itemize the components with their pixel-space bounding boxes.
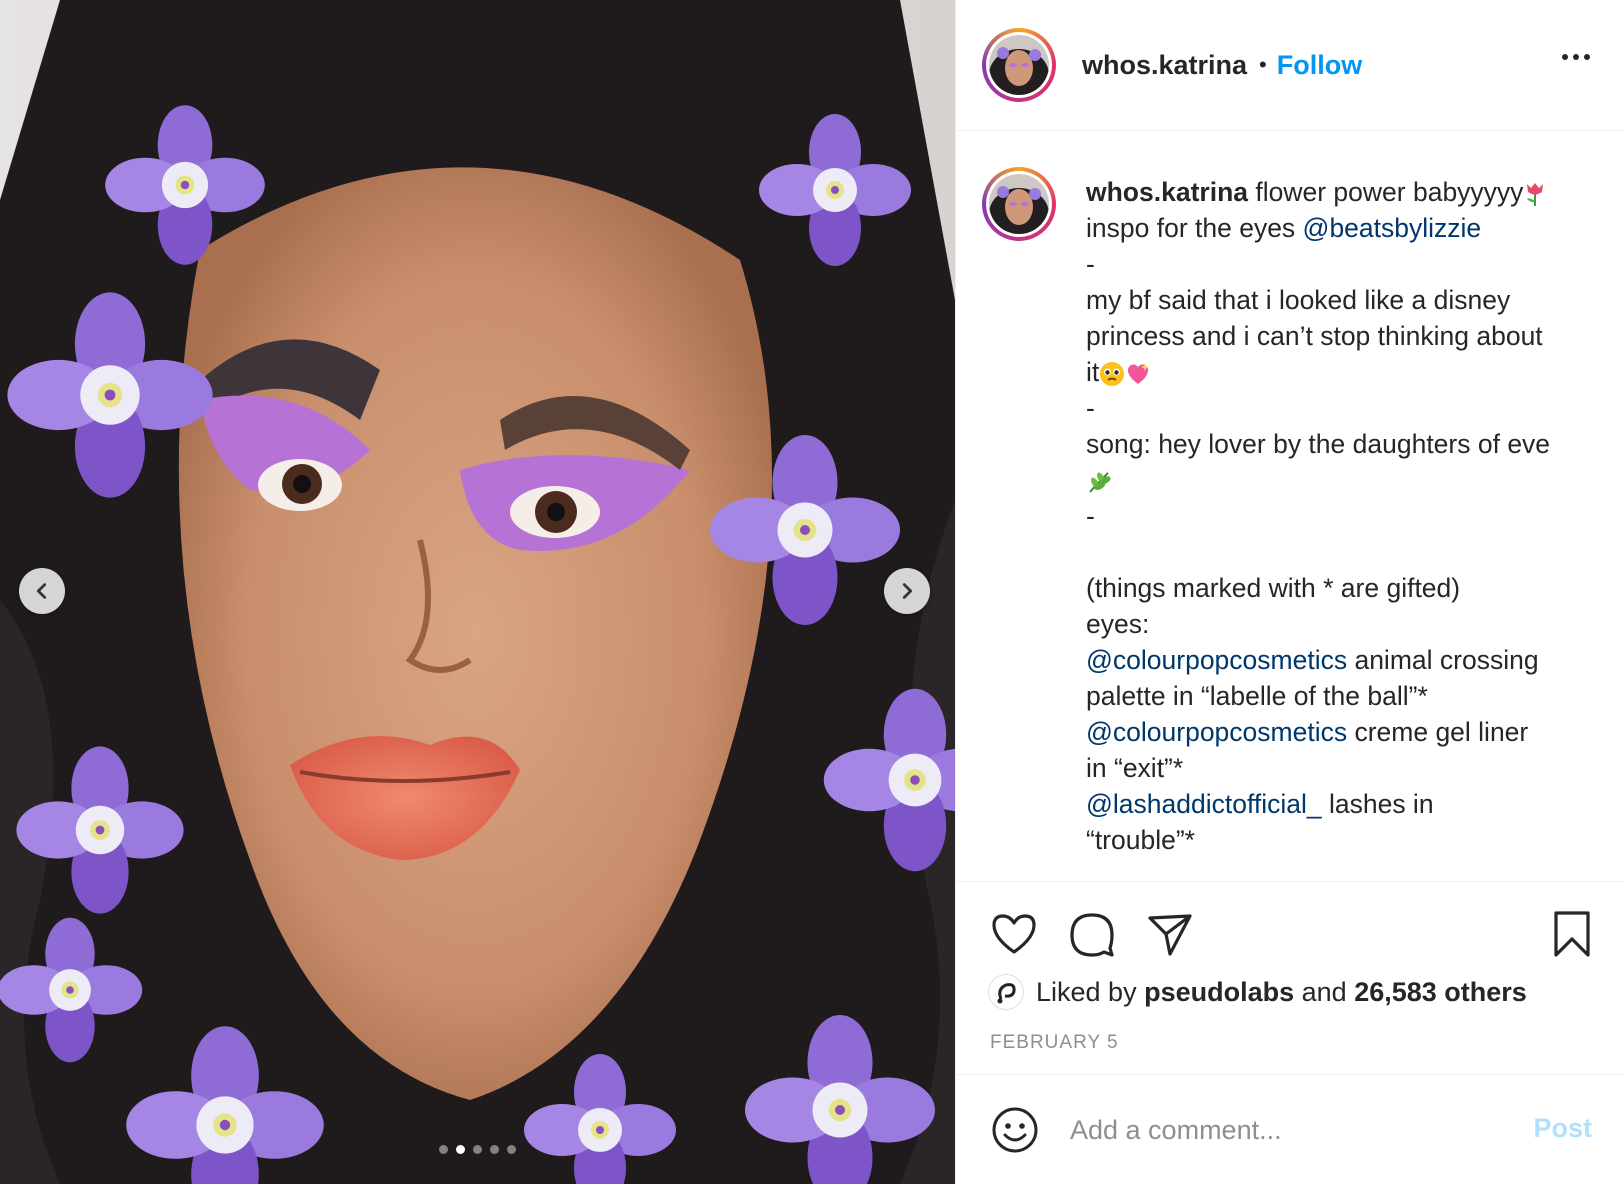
comment-icon[interactable]: [1066, 908, 1118, 960]
carousel-dot: [473, 1145, 482, 1154]
avatar[interactable]: [982, 167, 1056, 241]
likes-count[interactable]: 26,583 others: [1354, 977, 1527, 1008]
caption-username[interactable]: whos.katrina: [1086, 177, 1248, 207]
post-image-carousel[interactable]: [0, 0, 955, 1184]
carousel-dot-active: [456, 1145, 465, 1154]
mention-link[interactable]: @lashaddictofficial_: [1086, 789, 1322, 819]
caption-line: inspo for the eyes: [1086, 213, 1303, 243]
avatar-image: [989, 35, 1049, 95]
heart-icon[interactable]: [988, 908, 1040, 960]
comment-composer: Post: [956, 1074, 1624, 1185]
caption-line: (things marked with * are gifted): [1086, 573, 1461, 603]
sparkling-heart-emoji-icon: [1128, 363, 1150, 384]
carousel-dot: [490, 1145, 499, 1154]
caption-line: in “exit”*: [1086, 753, 1184, 783]
caption-line: song: hey lover by the daughters of eve: [1086, 429, 1551, 459]
follow-button[interactable]: Follow: [1277, 50, 1362, 81]
more-horizontal-icon[interactable]: [1562, 54, 1590, 60]
liker-username[interactable]: pseudolabs: [1144, 977, 1294, 1008]
caption-line: palette in “labelle of the ball”*: [1086, 681, 1428, 711]
caption-avatar-wrap: [982, 167, 1056, 241]
herb-emoji-icon: [1089, 472, 1111, 493]
header-separator: •: [1259, 52, 1267, 77]
caption-dash: -: [1086, 393, 1095, 423]
caption-text: whos.katrina flower power babyyyyy inspo…: [1086, 174, 1606, 858]
post-photo: [0, 0, 955, 1184]
caption-line: it: [1086, 357, 1100, 387]
post-actions: Liked by pseudolabs and 26,583 others FE…: [956, 881, 1624, 1075]
mention-link[interactable]: @colourpopcosmetics: [1086, 645, 1347, 675]
chevron-right-icon: [902, 583, 913, 599]
post-date[interactable]: FEBRUARY 5: [990, 1032, 1119, 1054]
carousel-dot: [439, 1145, 448, 1154]
pleading-face-emoji-icon: [1100, 362, 1125, 386]
mention-link[interactable]: @colourpopcosmetics: [1086, 717, 1347, 747]
caption-dash: -: [1086, 501, 1095, 531]
avatar[interactable]: [988, 974, 1024, 1010]
post-comment-button[interactable]: Post: [1533, 1113, 1592, 1144]
likes-summary: Liked by pseudolabs and 26,583 others: [988, 974, 1527, 1010]
mention-link[interactable]: @beatsbylizzie: [1303, 213, 1482, 243]
carousel-indicator: [0, 1145, 955, 1154]
avatar[interactable]: [982, 28, 1056, 102]
share-icon[interactable]: [1144, 908, 1196, 960]
likes-middle: and: [1301, 976, 1347, 1007]
caption-line: my bf said that i looked like a disney: [1086, 285, 1511, 315]
caption-line: lashes in: [1321, 789, 1434, 819]
caption-line: flower power babyyyyy: [1255, 177, 1524, 207]
carousel-next-button[interactable]: [884, 568, 930, 614]
instagram-post: whos.katrina • Follow whos.katrina flowe…: [0, 0, 1624, 1184]
caption-line: “trouble”*: [1086, 825, 1195, 855]
caption-dash: -: [1086, 249, 1095, 279]
likes-prefix: Liked by: [1036, 976, 1137, 1007]
comment-input[interactable]: [1068, 1113, 1492, 1147]
caption-line: princess and i can’t stop thinking about: [1086, 321, 1543, 351]
post-header: whos.katrina • Follow: [956, 0, 1624, 131]
caption-scroll-area[interactable]: whos.katrina flower power babyyyyy inspo…: [956, 131, 1624, 881]
pseudolabs-logo-icon: [997, 983, 1016, 1004]
bookmark-icon[interactable]: [1546, 908, 1598, 960]
caption-line: creme gel liner: [1347, 717, 1529, 747]
carousel-prev-button[interactable]: [19, 568, 65, 614]
chevron-left-icon: [36, 583, 47, 599]
header-username[interactable]: whos.katrina: [1082, 50, 1247, 81]
carousel-dot: [507, 1145, 516, 1154]
post-sidebar: whos.katrina • Follow whos.katrina flowe…: [955, 0, 1624, 1184]
caption-line: animal crossing: [1347, 645, 1539, 675]
caption-line: eyes:: [1086, 609, 1150, 639]
avatar-image: [989, 174, 1049, 234]
tulip-emoji-icon: [1527, 183, 1544, 206]
emoji-smile-icon[interactable]: [990, 1105, 1040, 1155]
